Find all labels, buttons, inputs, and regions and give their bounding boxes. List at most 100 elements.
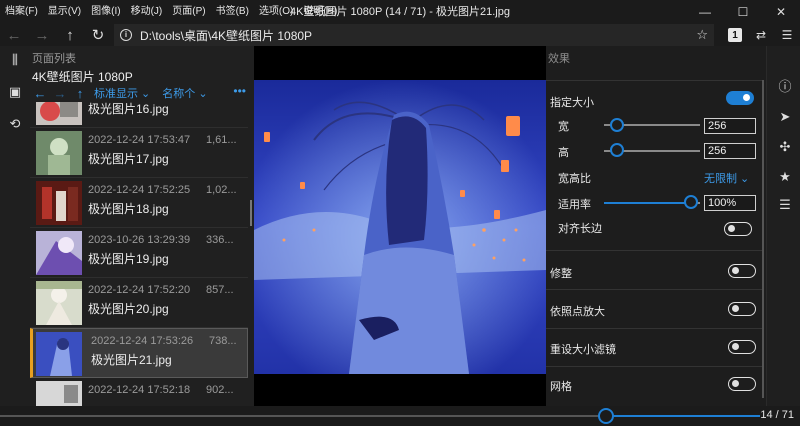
view-mode-dropdown[interactable]: 标准显示 ⌄ bbox=[94, 85, 150, 101]
address-bar[interactable]: i D:\tools\桌面\4K壁纸图片 1080P ☆ bbox=[114, 24, 714, 46]
width-slider-thumb[interactable] bbox=[610, 118, 624, 132]
align-long-toggle[interactable] bbox=[724, 222, 752, 236]
page-slider-fill bbox=[600, 415, 760, 417]
item-date: 2022-12-24 17:53:26 bbox=[91, 335, 194, 347]
history-icon[interactable]: ⟲ bbox=[7, 116, 23, 132]
divider bbox=[546, 289, 764, 290]
more-icon[interactable]: ••• bbox=[233, 84, 246, 98]
trim-label: 修整 bbox=[550, 268, 572, 280]
ratio-slider-thumb[interactable] bbox=[684, 195, 698, 209]
up-arrow-icon[interactable]: ↑ bbox=[70, 86, 90, 101]
effects-caption: 效果 bbox=[548, 53, 570, 65]
resize-label: 指定大小 bbox=[550, 97, 594, 109]
forward-arrow-icon[interactable]: → bbox=[50, 86, 70, 101]
ratio-field[interactable] bbox=[704, 195, 756, 211]
aspect-dropdown[interactable]: 无限制 ⌄ bbox=[704, 170, 749, 186]
item-size: 1,61... bbox=[206, 134, 237, 146]
list-item[interactable]: 2022-12-24 17:52:18 902... bbox=[30, 378, 248, 406]
resize-filter-toggle[interactable] bbox=[728, 340, 756, 354]
maximize-button[interactable]: ☐ bbox=[724, 0, 762, 24]
divider bbox=[546, 328, 764, 329]
image-viewer[interactable] bbox=[254, 46, 546, 406]
grid-toggle[interactable] bbox=[728, 377, 756, 391]
panel-caption: 页面列表 bbox=[32, 53, 76, 65]
menu-options[interactable]: 选项(O) bbox=[254, 0, 298, 24]
page-count: 14 / 71 bbox=[760, 409, 794, 421]
thumbnail-image bbox=[36, 181, 82, 225]
list-item[interactable]: 2022-12-24 17:52:25 1,02... 极光图片18.jpg bbox=[30, 178, 248, 228]
info-icon[interactable]: ⓘ bbox=[778, 80, 792, 94]
list-item[interactable]: 2022-12-24 17:53:47 1,61... 极光图片17.jpg bbox=[30, 128, 248, 178]
menu-icon[interactable]: ☰ bbox=[774, 24, 800, 46]
star-icon[interactable]: ★ bbox=[778, 170, 792, 184]
single-page-icon[interactable]: 1 bbox=[728, 28, 742, 42]
menu-move[interactable]: 移动(J) bbox=[126, 0, 168, 24]
height-slider-thumb[interactable] bbox=[610, 143, 624, 157]
item-name: 极光图片18.jpg bbox=[88, 202, 169, 216]
divider bbox=[546, 80, 764, 81]
height-field[interactable] bbox=[704, 143, 756, 159]
refresh-icon[interactable]: ↻ bbox=[84, 24, 112, 46]
point-zoom-label: 依照点放大 bbox=[550, 306, 605, 318]
item-date: 2022-12-24 17:53:47 bbox=[88, 134, 191, 146]
menu-page[interactable]: 页面(P) bbox=[167, 0, 210, 24]
swap-direction-icon[interactable]: ⇄ bbox=[748, 24, 774, 46]
back-arrow-icon[interactable]: ← bbox=[30, 86, 50, 101]
item-name: 极光图片21.jpg bbox=[91, 353, 172, 367]
width-field[interactable] bbox=[704, 118, 756, 134]
item-name: 极光图片16.jpg bbox=[88, 102, 169, 116]
item-name: 极光图片19.jpg bbox=[88, 252, 169, 266]
menu-bookmark[interactable]: 书签(B) bbox=[211, 0, 254, 24]
navigate-icon[interactable]: ➤ bbox=[778, 110, 792, 124]
sort-dropdown[interactable]: 名称个 ⌄ bbox=[162, 85, 207, 101]
effects-scrollbar[interactable] bbox=[762, 80, 764, 398]
thumbnail-image bbox=[36, 381, 82, 406]
menu-file[interactable]: 档案(F) bbox=[0, 0, 43, 24]
list-scrollbar[interactable] bbox=[250, 200, 252, 226]
window-controls: — ☐ ✕ bbox=[686, 0, 800, 24]
forward-arrow-icon[interactable]: → bbox=[28, 24, 56, 46]
item-size: 738... bbox=[209, 335, 237, 347]
menu-view[interactable]: 显示(V) bbox=[43, 0, 86, 24]
page-list: 极光图片16.jpg 2022-12-24 17:53:47 1,61... 极… bbox=[30, 102, 254, 406]
library-icon[interactable]: ⫼ bbox=[7, 52, 23, 68]
pinwheel-icon[interactable]: ✣ bbox=[778, 140, 792, 154]
height-label: 高 bbox=[558, 147, 569, 159]
list-item-selected[interactable]: 2022-12-24 17:53:26 738... 极光图片21.jpg bbox=[30, 328, 248, 378]
divider bbox=[546, 250, 764, 251]
menu-help[interactable]: 说明(H) bbox=[298, 0, 342, 24]
bookmark-star-icon[interactable]: ☆ bbox=[696, 27, 708, 43]
right-sidebar: ⓘ ➤ ✣ ★ ☰ bbox=[766, 46, 800, 406]
thumbnail-image bbox=[36, 281, 82, 325]
image-icon[interactable]: ▣ bbox=[7, 84, 23, 100]
close-button[interactable]: ✕ bbox=[762, 0, 800, 24]
toggle-knob bbox=[743, 94, 750, 101]
point-zoom-toggle[interactable] bbox=[728, 302, 756, 316]
resize-toggle[interactable] bbox=[726, 91, 754, 105]
list-item[interactable]: 极光图片16.jpg bbox=[30, 102, 248, 128]
menu-bar: 档案(F) 显示(V) 图像(I) 移动(J) 页面(P) 书签(B) 选项(O… bbox=[0, 0, 800, 24]
grid-label: 网格 bbox=[550, 381, 572, 393]
item-date: 2022-12-24 17:52:25 bbox=[88, 184, 191, 196]
item-size: 1,02... bbox=[206, 184, 237, 196]
divider bbox=[546, 366, 764, 367]
address-path: D:\tools\桌面\4K壁纸图片 1080P bbox=[140, 28, 313, 43]
panel-toolbar: ← → ↑ 标准显示 ⌄ 名称个 ⌄ ••• bbox=[30, 84, 254, 102]
filter-list-icon[interactable]: ☰ bbox=[778, 198, 792, 212]
single-page-control: 1 bbox=[722, 24, 748, 46]
toggle-knob bbox=[732, 343, 739, 350]
effects-panel: 效果 指定大小 宽 高 宽高比 无限制 ⌄ 适用率 对齐长边 修整 依照点放大 … bbox=[546, 46, 766, 406]
resize-filter-label: 重设大小滤镜 bbox=[550, 344, 616, 356]
up-arrow-icon[interactable]: ↑ bbox=[56, 24, 84, 46]
trim-toggle[interactable] bbox=[728, 264, 756, 278]
item-name: 极光图片20.jpg bbox=[88, 302, 169, 316]
info-icon: i bbox=[120, 29, 132, 41]
back-arrow-icon[interactable]: ← bbox=[0, 24, 28, 46]
page-slider-thumb[interactable] bbox=[598, 408, 614, 424]
menu-image[interactable]: 图像(I) bbox=[86, 0, 125, 24]
list-item[interactable]: 2023-10-26 13:29:39 336... 极光图片19.jpg bbox=[30, 228, 248, 278]
list-item[interactable]: 2022-12-24 17:52:20 857... 极光图片20.jpg bbox=[30, 278, 248, 328]
minimize-button[interactable]: — bbox=[686, 0, 724, 24]
aspect-label: 宽高比 bbox=[558, 173, 591, 185]
item-date: 2023-10-26 13:29:39 bbox=[88, 234, 191, 246]
